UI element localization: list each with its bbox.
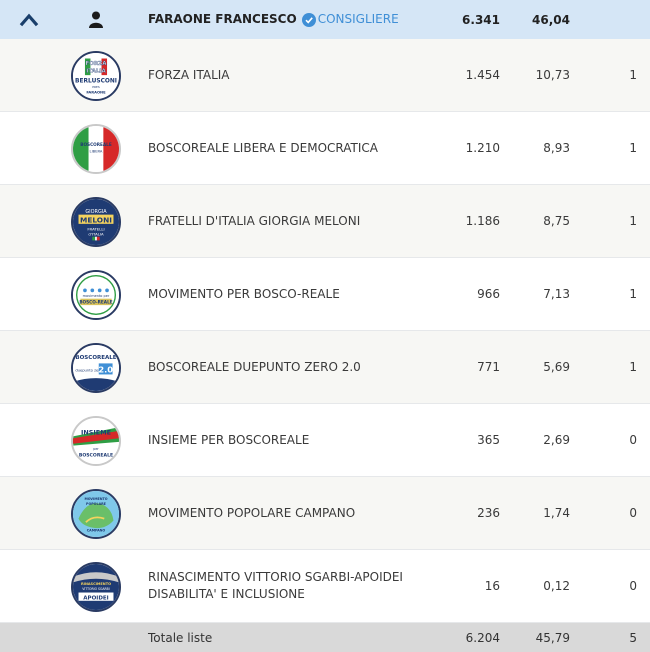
list-row: FORZA ITALIA BERLUSCONI PRES FARAONE FOR… (0, 39, 650, 112)
logo-text: BOSCOREALE (79, 453, 113, 459)
list-row: GIORGIA MELONI FRATELLI d'ITALIA FRATELL… (0, 185, 650, 258)
chevron-up-icon[interactable] (19, 10, 39, 30)
list-row: BOSCOREALE LIBERA BOSCOREALE LIBERA E DE… (0, 112, 650, 185)
list-percent: 7,13 (543, 287, 570, 301)
list-seats: 0 (629, 506, 637, 520)
logo-text: RINASCIMENTO (81, 582, 111, 586)
movimento-bosco-reale-logo-icon: movimento per BOSCO-REALE (71, 270, 121, 320)
totals-label: Totale liste (148, 630, 213, 645)
list-percent: 0,12 (543, 579, 570, 593)
logo-text: MELONI (80, 215, 112, 224)
logo-text: per (93, 447, 99, 451)
logo-text: POPOLARE (86, 502, 107, 506)
fratelli-italia-logo-icon: GIORGIA MELONI FRATELLI d'ITALIA (71, 197, 121, 247)
logo-text: movimento per (83, 294, 110, 298)
list-row: BOSCOREALE duepunto zero 2.0 BOSCOREALE … (0, 331, 650, 404)
list-votes: 236 (477, 506, 500, 520)
results-table: FARAONE FRANCESCO CONSIGLIERE 6.341 46,0… (0, 0, 650, 652)
logo-text: LIBERA (90, 150, 103, 154)
check-circle-icon (301, 12, 316, 27)
list-percent: 10,73 (535, 68, 570, 82)
list-votes: 966 (477, 287, 500, 301)
logo-text: ITALIA (86, 68, 106, 74)
totals-votes: 6.204 (465, 631, 500, 645)
list-seats: 0 (629, 579, 637, 593)
logo-text: 2.0 (98, 365, 113, 375)
list-row: movimento per BOSCO-REALE MOVIMENTO PER … (0, 258, 650, 331)
candidate-header-row[interactable]: FARAONE FRANCESCO CONSIGLIERE 6.341 46,0… (0, 0, 650, 39)
person-icon (89, 11, 103, 28)
list-votes: 771 (477, 360, 500, 374)
logo-text: INSIEME (81, 429, 111, 437)
candidate-votes: 6.341 (462, 12, 500, 27)
logo-text: FORZA (86, 61, 108, 67)
list-seats: 1 (629, 68, 637, 82)
insieme-boscoreale-logo-icon: INSIEME per BOSCOREALE (71, 416, 121, 466)
list-seats: 0 (629, 433, 637, 447)
list-name: RINASCIMENTO VITTORIO SGARBI-APOIDEI DIS… (148, 570, 403, 601)
totals-row: Totale liste 6.204 45,79 5 (0, 623, 650, 652)
list-seats: 1 (629, 141, 637, 155)
list-percent: 8,75 (543, 214, 570, 228)
list-seats: 1 (629, 287, 637, 301)
list-percent: 8,93 (543, 141, 570, 155)
logo-text: GIORGIA (85, 209, 107, 215)
list-votes: 1.186 (465, 214, 500, 228)
logo-text: d'ITALIA (88, 231, 104, 236)
list-seats: 1 (629, 360, 637, 374)
list-name: FORZA ITALIA (148, 67, 230, 82)
list-name: MOVIMENTO PER BOSCO-REALE (148, 286, 340, 301)
list-votes: 16 (484, 579, 500, 593)
list-row: MOVIMENTO POPOLARE CAMPANO MOVIMENTO POP… (0, 477, 650, 550)
list-votes: 365 (477, 433, 500, 447)
totals-seats: 5 (629, 631, 637, 645)
candidate-name: FARAONE FRANCESCO (148, 12, 297, 26)
list-name: MOVIMENTO POPOLARE CAMPANO (148, 505, 356, 520)
logo-text: MOVIMENTO (84, 497, 107, 501)
logo-text: BOSCO-REALE (79, 300, 112, 305)
logo-text: BERLUSCONI (75, 78, 117, 84)
logo-text: CAMPANO (87, 528, 106, 532)
list-row: RINASCIMENTO VITTORIO SGARBI APOIDEI RIN… (0, 550, 650, 623)
boscoreale-libera-logo-icon: BOSCOREALE LIBERA (71, 124, 121, 174)
list-percent: 5,69 (543, 360, 570, 374)
logo-text: VITTORIO SGARBI (82, 587, 110, 591)
logo-text: FARAONE (86, 90, 106, 94)
list-name: FRATELLI D'ITALIA GIORGIA MELONI (148, 213, 361, 228)
list-name: INSIEME PER BOSCOREALE (148, 432, 310, 447)
list-percent: 1,74 (543, 506, 570, 520)
logo-text: PRES (92, 85, 100, 89)
list-row: INSIEME per BOSCOREALE INSIEME PER BOSCO… (0, 404, 650, 477)
candidate-percent: 46,04 (532, 12, 570, 27)
rinascimento-apoidei-logo-icon: RINASCIMENTO VITTORIO SGARBI APOIDEI (71, 562, 121, 612)
list-name: BOSCOREALE LIBERA E DEMOCRATICA (148, 140, 379, 155)
logo-text: BOSCOREALE (80, 142, 112, 147)
forza-italia-logo-icon: FORZA ITALIA BERLUSCONI PRES FARAONE (71, 51, 121, 101)
logo-text: APOIDEI (83, 595, 108, 601)
list-seats: 1 (629, 214, 637, 228)
totals-percent: 45,79 (535, 631, 570, 645)
logo-text: BOSCOREALE (75, 355, 116, 361)
boscoreale-duepunto-logo-icon: BOSCOREALE duepunto zero 2.0 (71, 343, 121, 393)
movimento-popolare-campano-logo-icon: MOVIMENTO POPOLARE CAMPANO (71, 489, 121, 539)
list-votes: 1.210 (465, 141, 500, 155)
list-votes: 1.454 (465, 68, 500, 82)
candidate-name-cell: FARAONE FRANCESCO CONSIGLIERE (148, 0, 448, 39)
list-name: BOSCOREALE DUEPUNTO ZERO 2.0 (148, 359, 361, 374)
candidate-role: CONSIGLIERE (317, 12, 399, 26)
list-percent: 2,69 (543, 433, 570, 447)
